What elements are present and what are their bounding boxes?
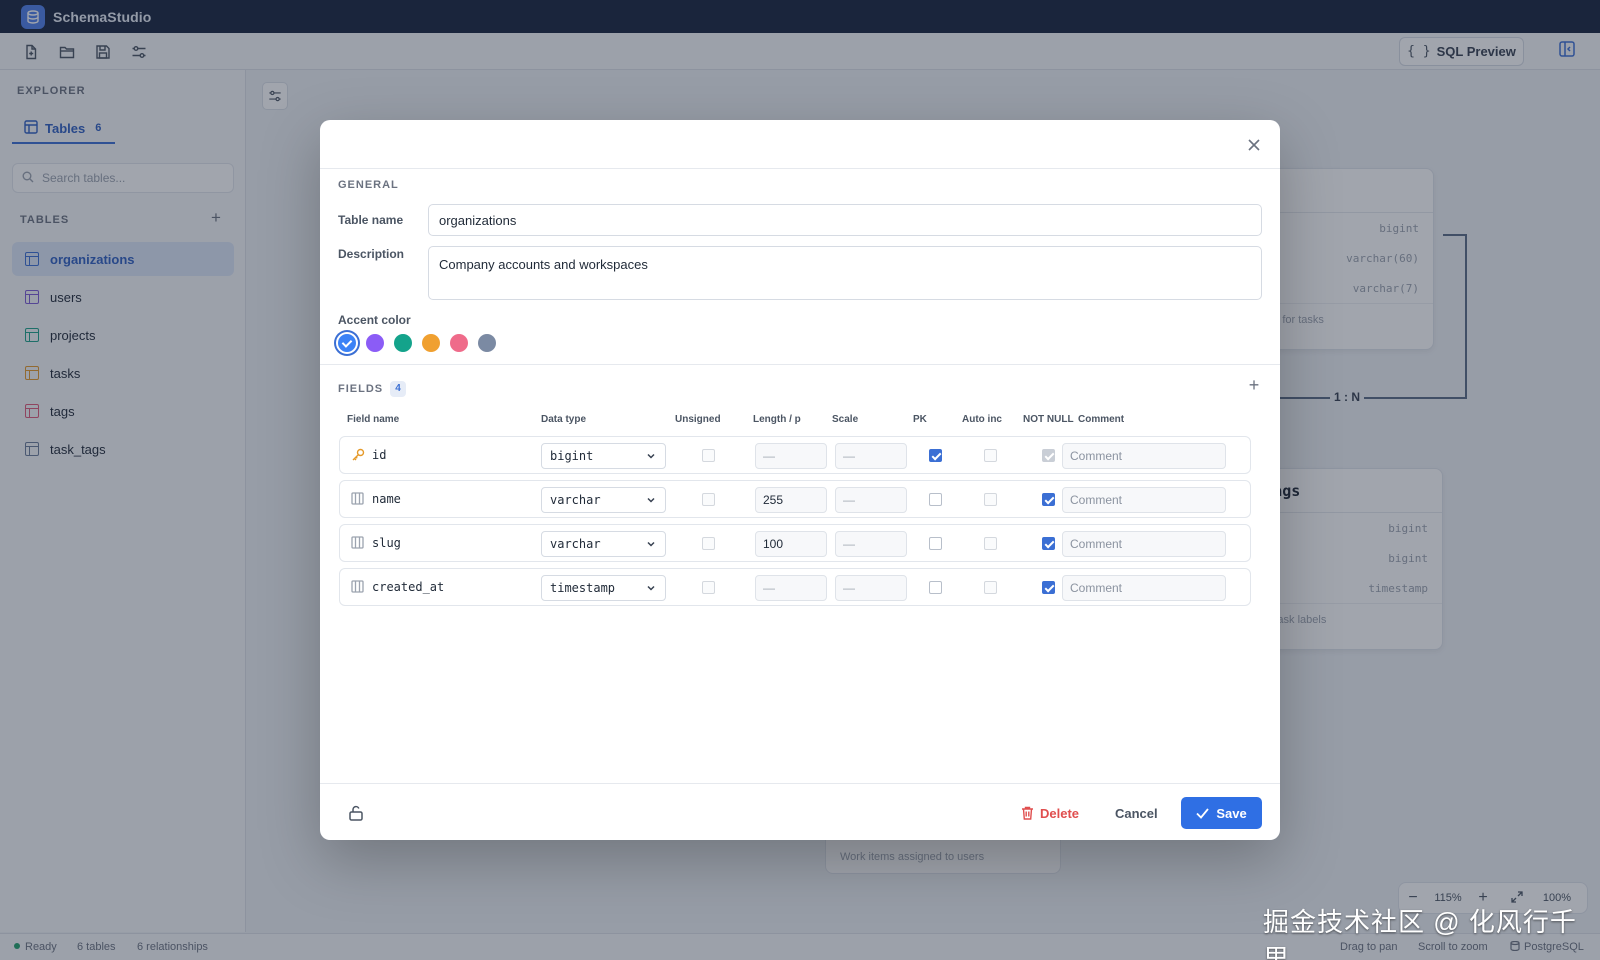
col-header-data-type: Data type <box>541 414 587 425</box>
delete-label: Delete <box>1040 805 1080 821</box>
field-row[interactable]: id bigint <box>339 436 1251 474</box>
col-header-not-null: NOT NULL <box>1023 414 1074 425</box>
col-header-length: Length / p <box>753 414 801 425</box>
data-type-select[interactable]: varchar <box>541 531 666 557</box>
col-header-field-name: Field name <box>347 414 400 425</box>
comment-input[interactable] <box>1062 443 1226 469</box>
not-null-checkbox[interactable] <box>1042 449 1055 462</box>
chevron-down-icon <box>647 497 655 503</box>
auto-inc-checkbox[interactable] <box>984 493 997 506</box>
field-row[interactable]: slug varchar <box>339 524 1251 562</box>
scale-input[interactable] <box>835 531 907 557</box>
col-header-auto-inc: Auto inc <box>962 414 1002 425</box>
general-heading: GENERAL <box>338 179 399 191</box>
chevron-down-icon <box>647 585 655 591</box>
field-name[interactable]: id <box>372 448 386 462</box>
close-icon[interactable] <box>1245 136 1263 154</box>
length-input[interactable] <box>755 575 827 601</box>
field-row[interactable]: created_at timestamp <box>339 568 1251 606</box>
field-row[interactable]: name varchar <box>339 480 1251 518</box>
cancel-button[interactable]: Cancel <box>1115 798 1158 828</box>
column-icon <box>351 492 365 506</box>
pk-checkbox[interactable] <box>929 581 942 594</box>
pk-checkbox[interactable] <box>929 493 942 506</box>
comment-input[interactable] <box>1062 575 1226 601</box>
pk-checkbox[interactable] <box>929 537 942 550</box>
edit-table-dialog: GENERAL Table name Description Company a… <box>320 120 1280 840</box>
color-swatch-orange[interactable] <box>422 334 440 352</box>
column-icon <box>351 536 365 550</box>
field-name[interactable]: name <box>372 492 401 506</box>
unsigned-checkbox[interactable] <box>702 537 715 550</box>
comment-input[interactable] <box>1062 531 1226 557</box>
unsigned-checkbox[interactable] <box>702 449 715 462</box>
watermark-text: 掘金技术社区 @ 化风行千里 <box>1263 907 1577 960</box>
delete-button[interactable]: Delete <box>1021 798 1079 828</box>
col-header-unsigned: Unsigned <box>675 414 721 425</box>
auto-inc-checkbox[interactable] <box>984 537 997 550</box>
field-name[interactable]: created_at <box>372 580 444 594</box>
field-name[interactable]: slug <box>372 536 401 550</box>
dialog-footer: Delete Cancel Save <box>320 783 1280 840</box>
color-swatch-teal[interactable] <box>394 334 412 352</box>
auto-inc-checkbox[interactable] <box>984 581 997 594</box>
not-null-checkbox[interactable] <box>1042 537 1055 550</box>
auto-inc-checkbox[interactable] <box>984 449 997 462</box>
col-header-comment: Comment <box>1078 414 1125 425</box>
description-input[interactable]: Company accounts and workspaces <box>428 246 1262 300</box>
data-type-select[interactable]: bigint <box>541 443 666 469</box>
color-swatch-slate[interactable] <box>478 334 496 352</box>
chevron-down-icon <box>647 541 655 547</box>
color-swatch-pink[interactable] <box>450 334 468 352</box>
length-input[interactable] <box>755 443 827 469</box>
col-header-scale: Scale <box>832 414 859 425</box>
comment-input[interactable] <box>1062 487 1226 513</box>
accent-color-picker <box>338 334 496 352</box>
scale-input[interactable] <box>835 575 907 601</box>
color-swatch-purple[interactable] <box>366 334 384 352</box>
color-swatch-blue[interactable] <box>338 334 356 352</box>
data-type-select[interactable]: varchar <box>541 487 666 513</box>
save-button[interactable]: Save <box>1181 797 1262 829</box>
col-header-pk: PK <box>913 414 927 425</box>
fields-heading: FIELDS <box>338 383 384 395</box>
add-field-icon[interactable]: + <box>1245 376 1263 394</box>
not-null-checkbox[interactable] <box>1042 581 1055 594</box>
key-icon <box>351 448 365 462</box>
check-icon <box>1196 807 1210 819</box>
chevron-down-icon <box>647 453 655 459</box>
unlock-icon[interactable] <box>347 804 365 822</box>
dialog-header <box>320 120 1280 169</box>
pk-checkbox[interactable] <box>929 449 942 462</box>
column-icon <box>351 580 365 594</box>
length-input[interactable] <box>755 487 827 513</box>
fields-count-badge: 4 <box>390 381 406 397</box>
description-label: Description <box>338 247 405 261</box>
unsigned-checkbox[interactable] <box>702 493 715 506</box>
save-label: Save <box>1216 805 1247 821</box>
section-divider <box>320 364 1280 365</box>
unsigned-checkbox[interactable] <box>702 581 715 594</box>
table-name-input[interactable] <box>428 204 1262 236</box>
trash-icon <box>1022 806 1033 820</box>
data-type-select[interactable]: timestamp <box>541 575 666 601</box>
not-null-checkbox[interactable] <box>1042 493 1055 506</box>
length-input[interactable] <box>755 531 827 557</box>
scale-input[interactable] <box>835 487 907 513</box>
table-name-label: Table name <box>338 213 404 227</box>
scale-input[interactable] <box>835 443 907 469</box>
accent-color-label: Accent color <box>338 313 411 327</box>
